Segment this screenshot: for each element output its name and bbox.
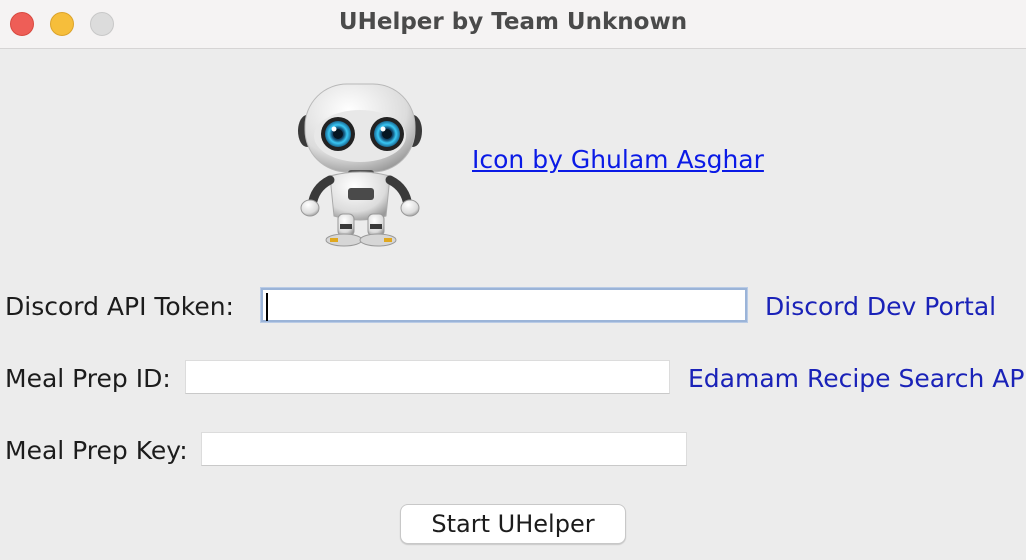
icon-credit-link[interactable]: Icon by Ghulam Asghar: [472, 145, 764, 174]
discord-token-label: Discord API Token:: [5, 292, 234, 321]
edamam-api-link[interactable]: Edamam Recipe Search API: [688, 364, 1026, 393]
discord-token-input[interactable]: [261, 288, 747, 322]
meal-prep-key-label: Meal Prep Key:: [5, 436, 188, 465]
window-title: UHelper by Team Unknown: [338, 9, 688, 35]
robot-icon: [298, 83, 422, 247]
start-uhelper-button[interactable]: Start UHelper: [400, 504, 626, 544]
meal-prep-id-label: Meal Prep ID:: [5, 364, 171, 393]
text-caret: [266, 293, 268, 321]
meal-prep-key-input[interactable]: [201, 432, 687, 466]
title-bar: UHelper by Team Unknown: [0, 0, 1026, 49]
discord-dev-portal-link[interactable]: Discord Dev Portal: [765, 292, 996, 321]
meal-prep-id-input[interactable]: [185, 360, 670, 394]
